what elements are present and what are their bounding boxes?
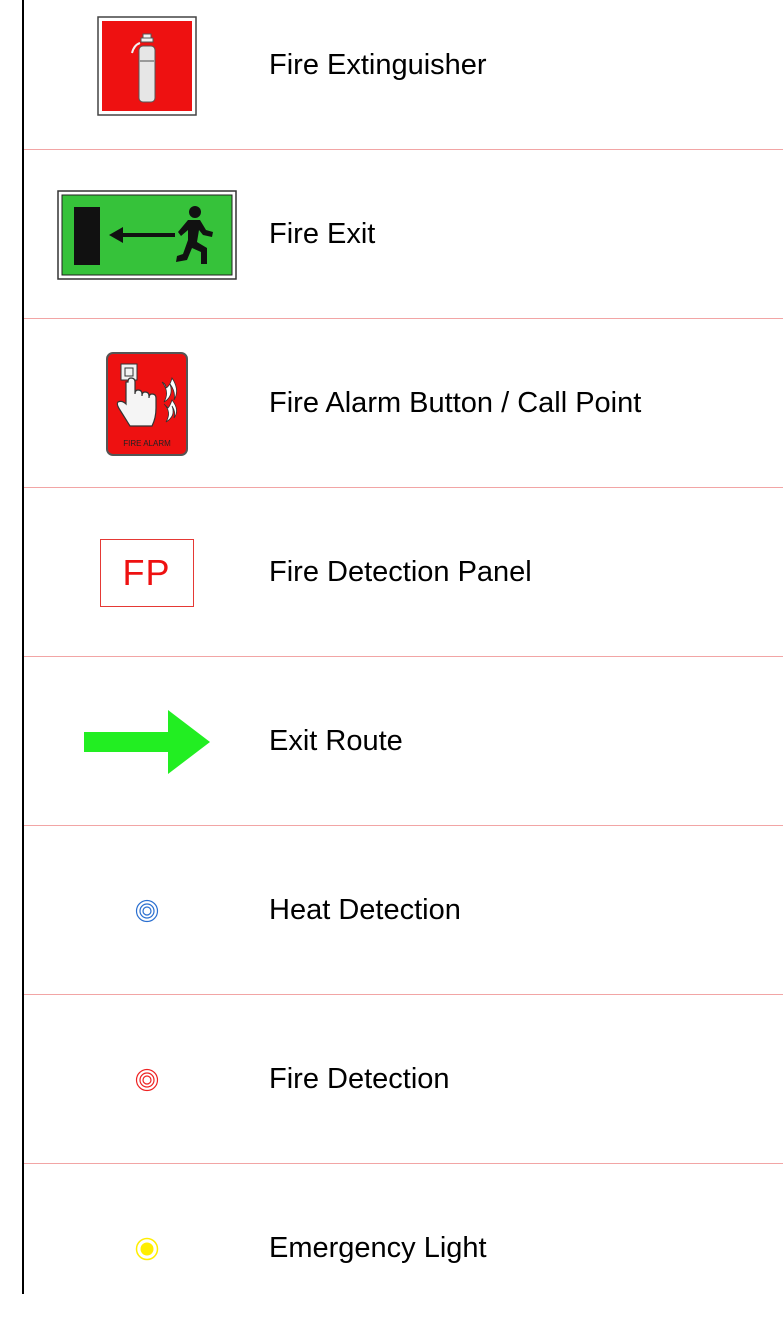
legend-row-heat-detection: Heat Detection bbox=[24, 826, 783, 995]
fire-extinguisher-icon bbox=[96, 15, 197, 116]
fire-alarm-call-point-icon: FIRE ALARM bbox=[105, 351, 188, 456]
legend-symbol: FP bbox=[24, 488, 269, 657]
legend-label: Emergency Light bbox=[269, 1232, 487, 1264]
legend-symbol: FIRE ALARM bbox=[24, 319, 269, 488]
fire-safety-legend: Fire Extinguisher Fire Exit FIRE ALARM F… bbox=[0, 0, 783, 1294]
emergency-light-icon bbox=[135, 1237, 158, 1260]
legend-label: Fire Extinguisher bbox=[269, 49, 487, 81]
legend-label: Fire Alarm Button / Call Point bbox=[269, 387, 642, 419]
legend-row-fire-detection: Fire Detection bbox=[24, 995, 783, 1164]
fire-alarm-icon-text: FIRE ALARM bbox=[123, 439, 171, 448]
legend-row-fire-exit: Fire Exit bbox=[24, 150, 783, 319]
legend-row-fire-detection-panel: FP Fire Detection Panel bbox=[24, 488, 783, 657]
legend-symbol bbox=[24, 826, 269, 995]
fire-exit-sign-icon bbox=[56, 189, 237, 280]
legend-symbol bbox=[24, 0, 269, 150]
legend-label: Heat Detection bbox=[269, 894, 461, 926]
legend-label: Fire Detection Panel bbox=[269, 556, 532, 588]
heat-detector-icon bbox=[135, 899, 158, 922]
fire-detection-panel-icon: FP bbox=[99, 538, 194, 607]
legend-label: Exit Route bbox=[269, 725, 403, 757]
legend-label: Fire Detection bbox=[269, 1063, 450, 1095]
legend-label: Fire Exit bbox=[269, 218, 376, 250]
legend-row-emergency-light: Emergency Light bbox=[24, 1164, 783, 1333]
legend-row-fire-alarm: FIRE ALARM Fire Alarm Button / Call Poin… bbox=[24, 319, 783, 488]
legend-symbol bbox=[24, 657, 269, 826]
legend-symbol bbox=[24, 1164, 269, 1333]
legend-symbol bbox=[24, 995, 269, 1164]
fire-panel-icon-text: FP bbox=[122, 551, 171, 593]
legend-row-fire-extinguisher: Fire Extinguisher bbox=[24, 0, 783, 150]
legend-symbol bbox=[24, 150, 269, 319]
fire-detector-icon bbox=[135, 1068, 158, 1091]
legend-row-exit-route: Exit Route bbox=[24, 657, 783, 826]
exit-route-arrow-icon bbox=[83, 709, 210, 774]
